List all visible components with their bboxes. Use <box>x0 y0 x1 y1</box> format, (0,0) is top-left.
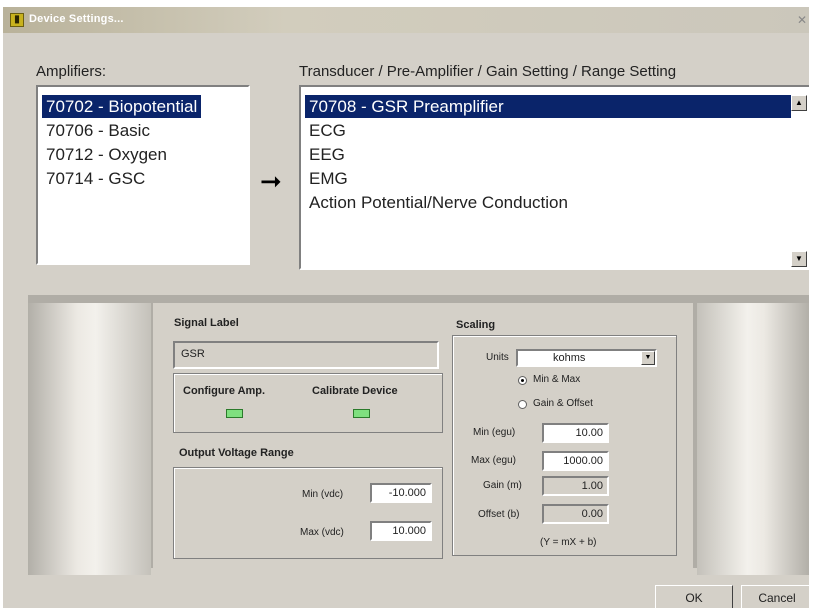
max-vdc-label: Max (vdc) <box>300 527 344 538</box>
output-voltage-title: Output Voltage Range <box>179 447 294 459</box>
amplifier-item-70712[interactable]: 70712 - Oxygen <box>42 143 171 166</box>
title-bar[interactable]: ▮ Device Settings... ✕ <box>3 7 809 33</box>
amplifier-item-70702[interactable]: 70702 - Biopotential <box>42 95 202 118</box>
transducer-label: Transducer / Pre-Amplifier / Gain Settin… <box>299 63 677 80</box>
transducer-item-action-potential[interactable]: Action Potential/Nerve Conduction <box>305 191 572 214</box>
min-vdc-input[interactable]: -10.000 <box>370 483 432 503</box>
close-icon[interactable]: ✕ <box>797 13 809 27</box>
configure-box <box>173 373 443 433</box>
min-egu-input[interactable]: 10.00 <box>542 423 609 443</box>
device-settings-dialog: ▮ Device Settings... ✕ Amplifiers: 70702… <box>3 7 809 608</box>
calibrate-device-led-indicator[interactable] <box>353 409 370 418</box>
offset-input[interactable]: 0.00 <box>542 504 609 524</box>
radio-min-max[interactable] <box>518 376 527 385</box>
units-value: kohms <box>553 352 586 364</box>
amplifiers-label: Amplifiers: <box>36 63 107 80</box>
radio-min-max-label[interactable]: Min & Max <box>533 374 580 385</box>
amplifier-item-70714[interactable]: 70714 - GSC <box>42 167 149 190</box>
max-vdc-input[interactable]: 10.000 <box>370 521 432 541</box>
transducer-list[interactable]: 70708 - GSR Preamplifier ECG EEG EMG Act… <box>299 85 809 270</box>
app-icon: ▮ <box>10 13 24 27</box>
max-egu-label: Max (egu) <box>471 455 517 466</box>
transducer-item-emg[interactable]: EMG <box>305 167 352 190</box>
units-select[interactable]: kohms ▼ <box>516 349 657 367</box>
signal-label-title: Signal Label <box>174 317 239 329</box>
configure-amp-led-indicator[interactable] <box>226 409 243 418</box>
cancel-button[interactable]: Cancel <box>741 585 809 608</box>
calibrate-device-label[interactable]: Calibrate Device <box>312 385 398 397</box>
units-label: Units <box>486 352 509 363</box>
scroll-up-icon[interactable]: ▲ <box>791 95 807 111</box>
window-title: Device Settings... <box>29 13 124 25</box>
output-voltage-box <box>173 467 443 559</box>
min-vdc-label: Min (vdc) <box>302 489 344 500</box>
radio-gain-offset-label[interactable]: Gain & Offset <box>533 398 593 409</box>
scaling-title: Scaling <box>456 319 496 331</box>
max-egu-input[interactable]: 1000.00 <box>542 451 609 471</box>
arrow-right-icon: ➞ <box>260 166 282 196</box>
radio-selected-dot <box>521 379 524 382</box>
radio-gain-offset[interactable] <box>518 400 527 409</box>
transducer-item-ecg[interactable]: ECG <box>305 119 350 142</box>
chevron-down-icon[interactable]: ▼ <box>641 351 655 365</box>
scroll-down-icon[interactable]: ▼ <box>791 251 807 267</box>
amplifiers-list[interactable]: 70702 - Biopotential 70706 - Basic 70712… <box>36 85 250 265</box>
signal-label-input[interactable]: GSR <box>173 341 439 369</box>
min-egu-label: Min (egu) <box>473 427 516 438</box>
gain-input[interactable]: 1.00 <box>542 476 609 496</box>
offset-label: Offset (b) <box>478 509 520 520</box>
configure-amp-label[interactable]: Configure Amp. <box>183 385 265 397</box>
amplifier-item-70706[interactable]: 70706 - Basic <box>42 119 154 142</box>
gain-label: Gain (m) <box>483 480 522 491</box>
panel-bevel-right <box>697 303 809 575</box>
scaling-formula: (Y = mX + b) <box>540 537 597 548</box>
transducer-item-eeg[interactable]: EEG <box>305 143 349 166</box>
ok-button[interactable]: OK <box>655 585 733 608</box>
transducer-item-gsr-preamplifier[interactable]: 70708 - GSR Preamplifier <box>305 95 791 118</box>
panel-bevel-left <box>28 303 151 575</box>
